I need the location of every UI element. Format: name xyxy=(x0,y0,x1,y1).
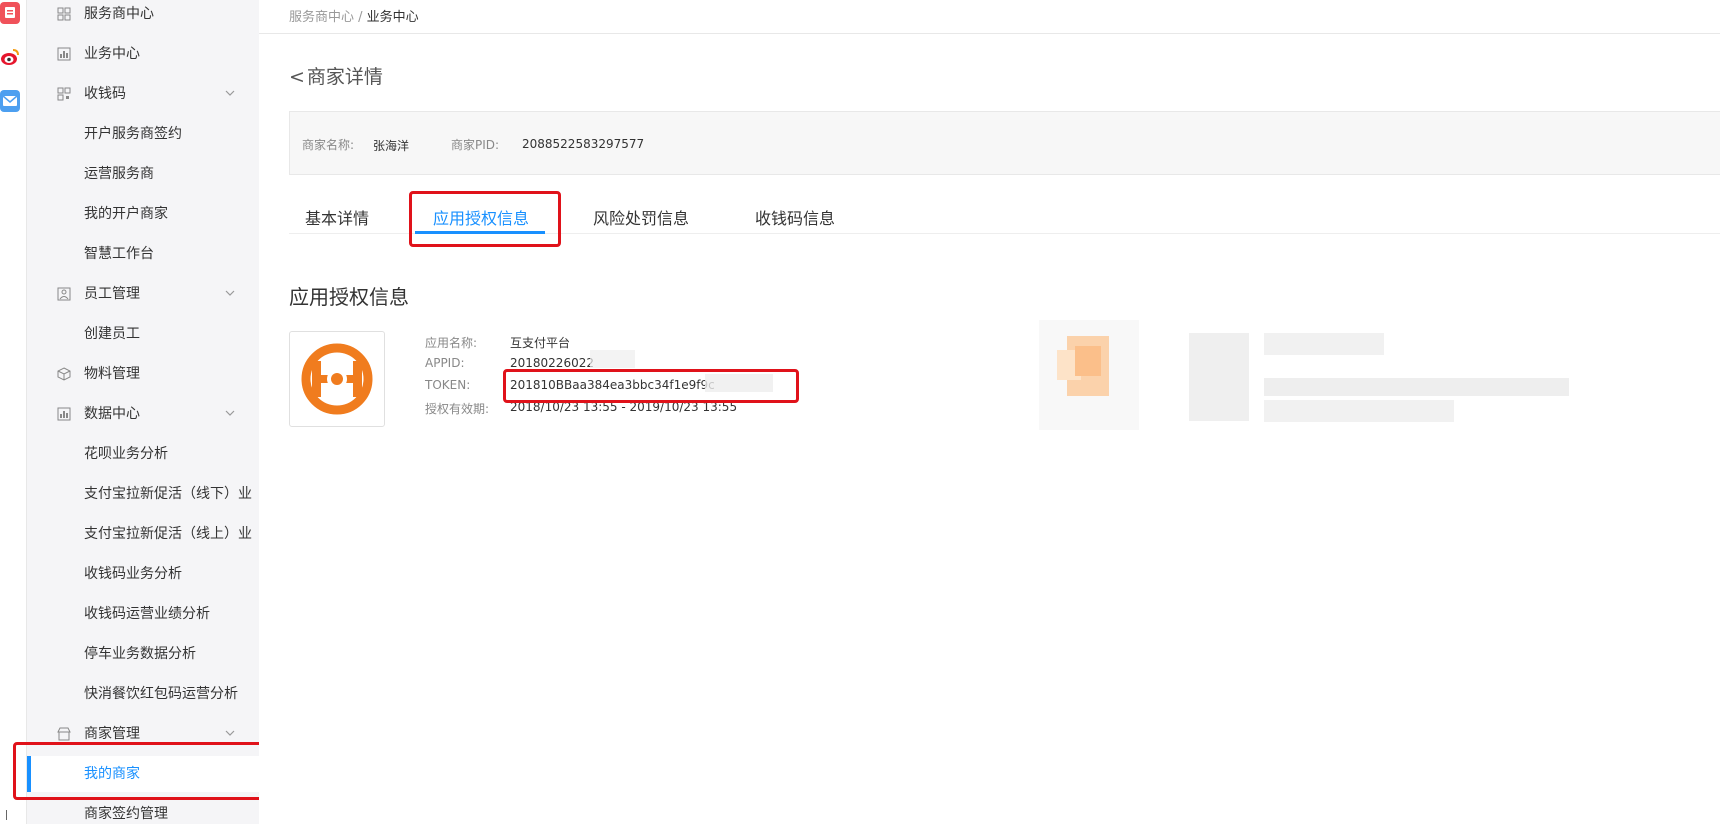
breadcrumb-separator: / xyxy=(354,10,367,25)
sidebar-item-parking-analysis[interactable]: 停车业务数据分析 xyxy=(27,636,259,672)
sidebar-item-label: 服务商中心 xyxy=(84,6,154,22)
section-title: 应用授权信息 xyxy=(289,285,409,309)
app-name-value: 互支付平台 xyxy=(510,336,571,350)
sidebar-item-qr-performance[interactable]: 收钱码运营业绩分析 xyxy=(27,596,259,632)
page-title: < 商家详情 xyxy=(289,62,383,89)
active-tab-indicator xyxy=(415,231,545,234)
sidebar-item-label: 业务中心 xyxy=(84,46,140,62)
redacted-app-logo xyxy=(1039,320,1139,430)
sidebar-item-label: 智慧工作台 xyxy=(84,246,154,262)
app-name-label: 应用名称: xyxy=(425,336,478,350)
sidebar-item-label: 商家签约管理 xyxy=(84,806,168,822)
merchant-pid-value: 2088522583297577 xyxy=(522,137,645,151)
sidebar-item-huabei-analysis[interactable]: 花呗业务分析 xyxy=(27,436,259,472)
app-logo xyxy=(289,331,385,427)
sidebar-item-label: 创建员工 xyxy=(84,326,140,342)
chart-icon xyxy=(57,47,71,61)
token-label: TOKEN: xyxy=(425,378,471,392)
mail-icon[interactable] xyxy=(0,90,20,112)
sidebar: 服务商中心 业务中心 收钱码 开户服务商签约 运营服务商 我的开户商家 智慧工作… xyxy=(27,0,259,824)
redacted-text-block xyxy=(1264,378,1569,396)
appid-label: APPID: xyxy=(425,356,465,370)
redacted-label-block xyxy=(1189,333,1249,421)
sidebar-item-qr-business-analysis[interactable]: 收钱码业务分析 xyxy=(27,556,259,592)
sidebar-item-label: 我的开户商家 xyxy=(84,206,168,222)
breadcrumb-parent[interactable]: 服务商中心 xyxy=(289,10,354,25)
sidebar-item-merchant-management[interactable]: 商家管理 xyxy=(27,716,259,752)
sidebar-item-label: 开户服务商签约 xyxy=(84,126,182,142)
sidebar-item-label: 数据中心 xyxy=(84,406,140,422)
sidebar-item-label: 收钱码业务分析 xyxy=(84,566,182,582)
redacted-blur xyxy=(705,374,773,392)
sidebar-item-business-center[interactable]: 业务中心 xyxy=(27,36,259,72)
data-icon xyxy=(57,407,71,421)
token-value: 201810BBaa384ea3bbc34f1e9f9c xyxy=(510,378,715,392)
redacted-text-block xyxy=(1264,333,1384,355)
staff-icon xyxy=(57,287,71,301)
sidebar-item-label: 支付宝拉新促活（线上）业 xyxy=(84,526,252,542)
merchant-pid-label: 商家PID: xyxy=(451,138,500,152)
redacted-text-block xyxy=(1264,400,1454,422)
divider xyxy=(259,33,1720,34)
sidebar-item-data-center[interactable]: 数据中心 xyxy=(27,396,259,432)
sidebar-item-my-account-merchants[interactable]: 我的开户商家 xyxy=(27,196,259,232)
sidebar-item-smart-workbench[interactable]: 智慧工作台 xyxy=(27,236,259,272)
detail-tabs: 基本详情 应用授权信息 风险处罚信息 收钱码信息 xyxy=(289,195,1720,234)
sidebar-item-label: 物料管理 xyxy=(84,366,140,382)
merchant-name-label: 商家名称: xyxy=(302,138,355,152)
sidebar-item-merchant-signing[interactable]: 商家签约管理 xyxy=(27,796,259,824)
weibo-icon[interactable] xyxy=(0,46,20,68)
sidebar-item-label: 运营服务商 xyxy=(84,166,154,182)
sidebar-item-label: 商家管理 xyxy=(84,726,140,742)
redacted-blur xyxy=(590,350,635,368)
chevron-down-icon xyxy=(225,90,235,96)
merchant-name-value: 张海洋 xyxy=(373,139,410,153)
sidebar-item-label: 收钱码运营业绩分析 xyxy=(84,606,210,622)
strip-cursor-mark xyxy=(6,810,7,820)
tab-risk-penalty[interactable]: 风险处罚信息 xyxy=(593,205,689,229)
validity-value: 2018/10/23 13:55 - 2019/10/23 13:55 xyxy=(510,400,738,414)
app-logo-icon xyxy=(301,343,373,415)
sidebar-item-label: 支付宝拉新促活（线下）业 xyxy=(84,486,252,502)
back-icon[interactable]: < xyxy=(289,66,305,88)
grid-icon xyxy=(57,7,71,21)
main-content: 服务商中心 / 业务中心 < 商家详情 商家名称: 张海洋 商家PID: 2088… xyxy=(259,0,1720,824)
sidebar-item-label: 我的商家 xyxy=(84,766,140,782)
sidebar-item-my-merchants[interactable]: 我的商家 xyxy=(27,756,259,792)
sidebar-item-fmcg-redpacket[interactable]: 快消餐饮红包码运营分析 xyxy=(27,676,259,712)
appid-value: 20180226022 xyxy=(510,356,594,370)
sidebar-item-label: 快消餐饮红包码运营分析 xyxy=(84,686,238,702)
sidebar-item-service-center[interactable]: 服务商中心 xyxy=(27,0,259,32)
page-title-text: 商家详情 xyxy=(306,66,383,88)
tab-qr-code-info[interactable]: 收钱码信息 xyxy=(755,205,835,229)
tab-app-authorization[interactable]: 应用授权信息 xyxy=(433,205,529,229)
sidebar-item-alipay-online[interactable]: 支付宝拉新促活（线上）业 xyxy=(27,516,259,552)
chevron-down-icon xyxy=(225,410,235,416)
sidebar-item-label: 停车业务数据分析 xyxy=(84,646,196,662)
sidebar-item-open-account-signing[interactable]: 开户服务商签约 xyxy=(27,116,259,152)
sidebar-item-operation-provider[interactable]: 运营服务商 xyxy=(27,156,259,192)
sidebar-item-staff-management[interactable]: 员工管理 xyxy=(27,276,259,312)
sidebar-item-material-management[interactable]: 物料管理 xyxy=(27,356,259,392)
merchant-info-bar: 商家名称: 张海洋 商家PID: 2088522583297577 xyxy=(289,111,1720,175)
store-icon xyxy=(57,727,71,741)
chevron-down-icon xyxy=(225,730,235,736)
breadcrumb: 服务商中心 / 业务中心 xyxy=(289,6,419,25)
sidebar-item-label: 收钱码 xyxy=(84,86,126,102)
sidebar-menu: 服务商中心 业务中心 收钱码 开户服务商签约 运营服务商 我的开户商家 智慧工作… xyxy=(27,0,259,824)
sidebar-item-alipay-offline[interactable]: 支付宝拉新促活（线下）业 xyxy=(27,476,259,512)
sidebar-item-label: 花呗业务分析 xyxy=(84,446,168,462)
notes-app-icon[interactable] xyxy=(0,2,20,24)
sidebar-item-create-staff[interactable]: 创建员工 xyxy=(27,316,259,352)
sidebar-item-qr-code[interactable]: 收钱码 xyxy=(27,76,259,112)
tab-basic-details[interactable]: 基本详情 xyxy=(305,205,369,229)
breadcrumb-current: 业务中心 xyxy=(366,10,419,25)
app-strip xyxy=(0,0,27,824)
sidebar-item-label: 员工管理 xyxy=(84,286,140,302)
qr-icon xyxy=(57,87,71,101)
chevron-down-icon xyxy=(225,290,235,296)
cube-icon xyxy=(57,367,71,381)
validity-label: 授权有效期: xyxy=(425,402,490,416)
